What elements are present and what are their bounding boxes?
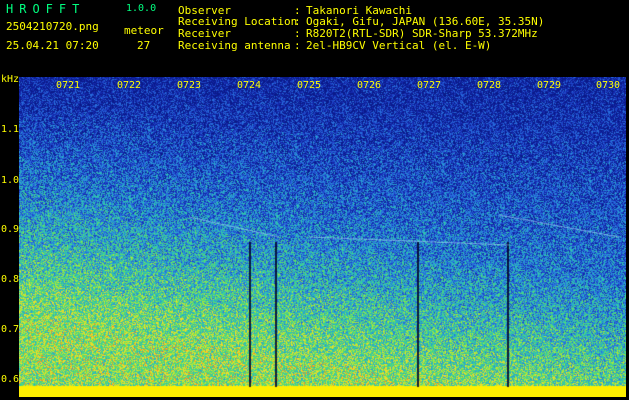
time-tick-0730: 0730 — [596, 80, 621, 91]
freq-tick-0-8: 0.8 — [1, 274, 20, 285]
app-version: 1.0.0 — [126, 3, 157, 14]
info-antenna-sep: : — [294, 39, 301, 52]
time-tick-0726: 0726 — [357, 80, 382, 91]
app-title: HROFFT — [6, 2, 86, 16]
time-tick-0722: 0722 — [117, 80, 142, 91]
time-tick-0721: 0721 — [56, 80, 81, 91]
info-antenna-value: 2el-HB9CV Vertical (el. E-W) — [306, 39, 492, 52]
freq-tick-0-9: 0.9 — [1, 224, 20, 235]
freq-tick-1-0: 1.0 — [1, 175, 20, 186]
time-tick-0728: 0728 — [477, 80, 502, 91]
time-tick-0723: 0723 — [177, 80, 202, 91]
time-tick-0729: 0729 — [537, 80, 562, 91]
freq-tick-0-7: 0.7 — [1, 324, 20, 335]
freq-tick-0-6: 0.6 — [1, 374, 20, 385]
meteor-count: 27 — [137, 39, 151, 52]
freq-tick-1-1: 1.1 — [1, 124, 20, 135]
file-name: 2504210720.png — [6, 20, 99, 33]
khz-unit-label: kHz — [1, 74, 20, 85]
info-antenna-label: Receiving antenna — [178, 39, 291, 52]
spectrogram — [19, 77, 626, 397]
spectrogram-canvas — [19, 77, 626, 397]
time-tick-0725: 0725 — [297, 80, 322, 91]
date-time: 25.04.21 07:20 — [6, 39, 99, 52]
meteor-label: meteor — [124, 24, 164, 37]
time-tick-0724: 0724 — [237, 80, 262, 91]
time-tick-0727: 0727 — [417, 80, 442, 91]
